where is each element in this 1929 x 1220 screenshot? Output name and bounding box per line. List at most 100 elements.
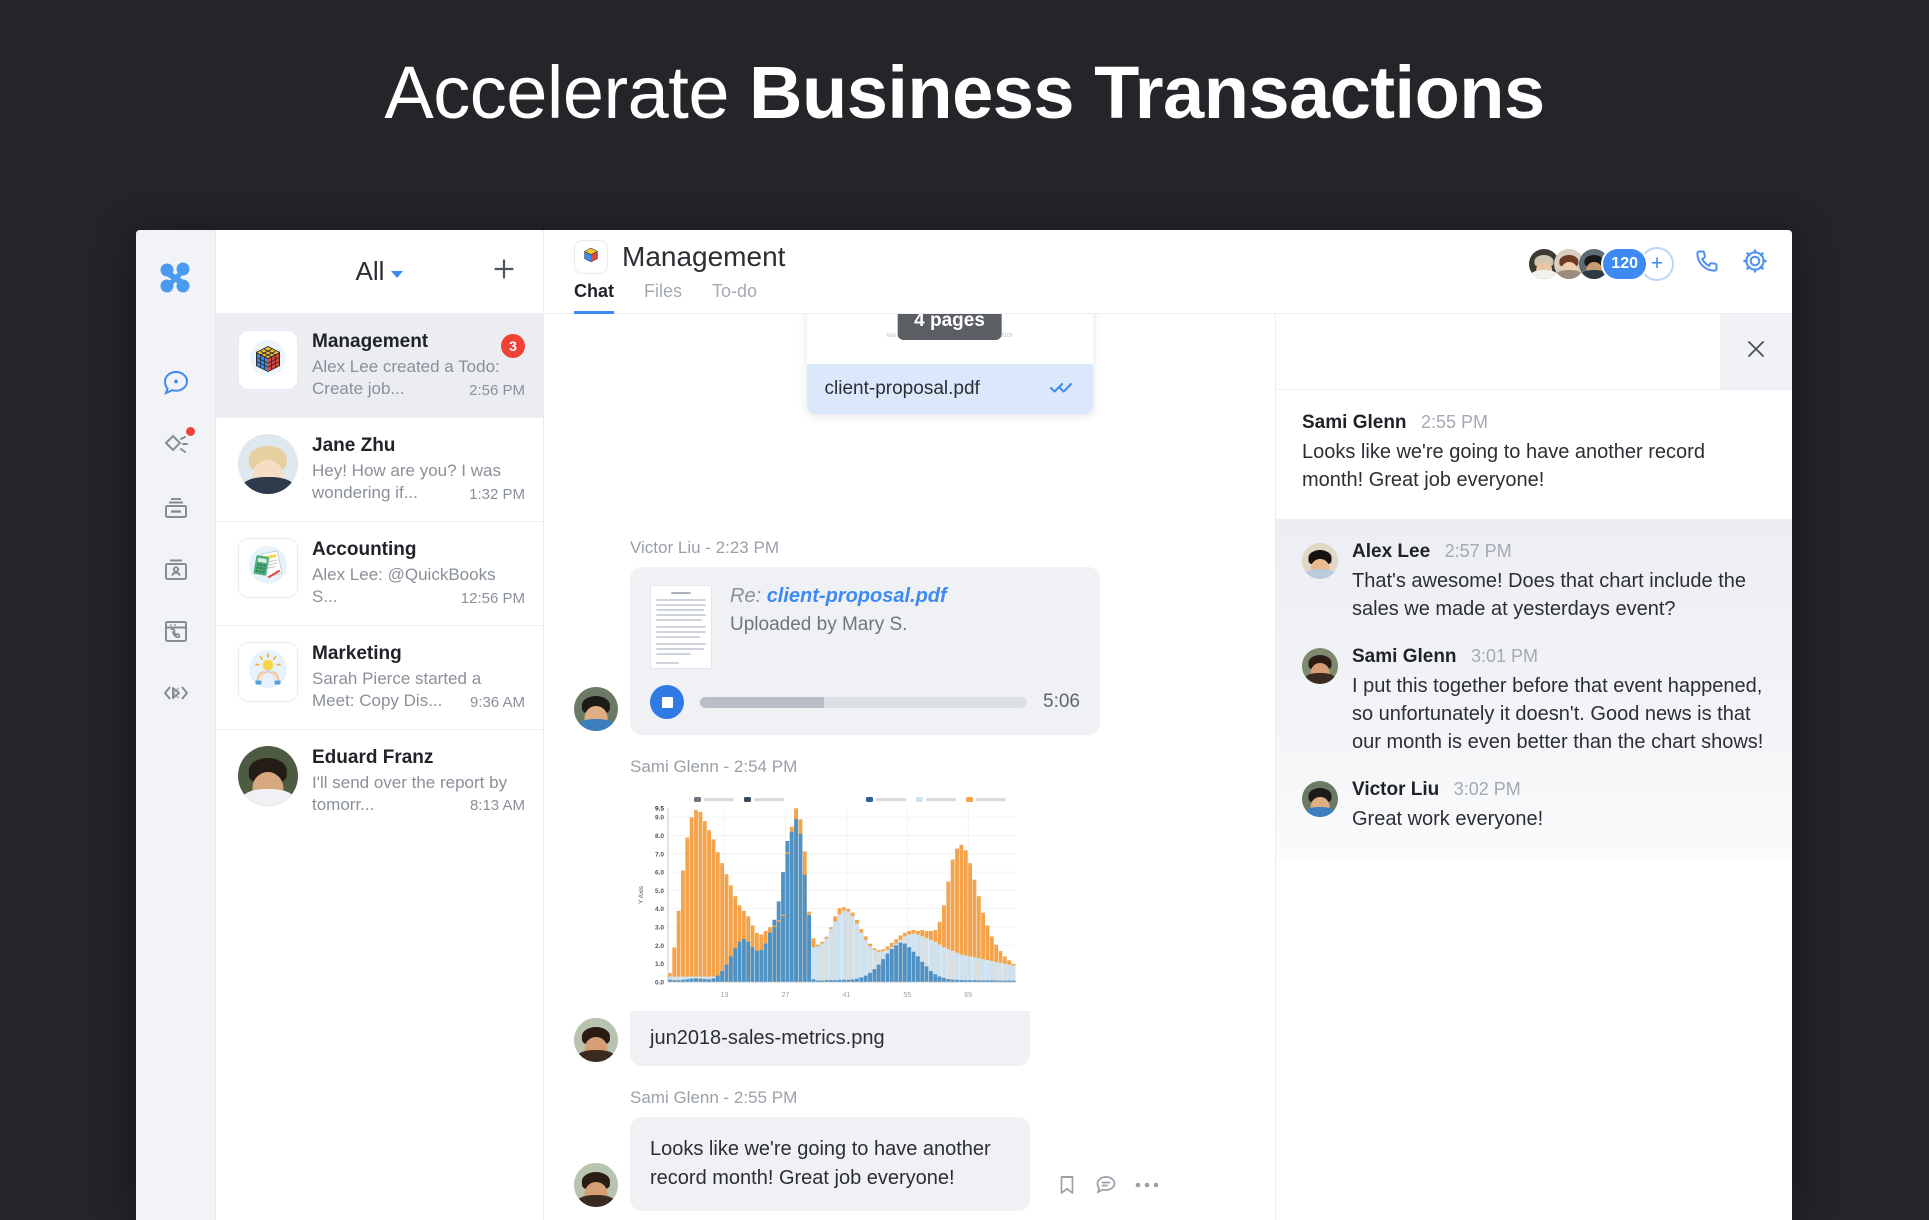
list-item-time: 2:56 PM (469, 381, 525, 399)
tab-files[interactable]: Files (644, 281, 682, 314)
svg-text:4.0: 4.0 (655, 906, 664, 913)
list-item-time: 8:13 AM (469, 797, 525, 815)
status-badge: 3 (501, 334, 525, 358)
photo-sami-glenn (1302, 647, 1338, 684)
hero-banner: Accelerate Business Transactions (0, 0, 1929, 130)
avatar (238, 537, 298, 598)
thread-time: 2:55 PM (1420, 412, 1489, 432)
rubiks-cube-icon (248, 338, 288, 383)
sidebar-item-chat[interactable] (153, 360, 199, 406)
thread-messages: Sami Glenn 2:55 PM Looks like we're goin… (1276, 390, 1792, 862)
sidebar-item-integrations[interactable] (153, 670, 199, 716)
tab-todo[interactable]: To-do (712, 281, 757, 314)
sidebar-item-meetings[interactable] (153, 608, 199, 654)
file-link[interactable]: Re: client-proposal.pdf (730, 585, 947, 608)
list-item[interactable]: Accounting Alex Lee: @QuickBooks S... 12… (216, 520, 543, 625)
avatar (238, 433, 298, 494)
chat-bubble-icon (161, 368, 191, 398)
svg-text:41: 41 (842, 992, 850, 999)
code-link-icon (161, 678, 191, 708)
calculator-invoice-icon (247, 544, 289, 591)
tab-chat[interactable]: Chat (574, 281, 614, 314)
unread-dot (185, 427, 195, 436)
message-row: 13 27 41 55 69 0.0 1.0 2.0 3.0 4.0 5.0 6.0 7.0 8.0 9.0… (574, 786, 1245, 1066)
call-button[interactable] (1692, 246, 1722, 281)
svg-text:6.0: 6.0 (655, 870, 664, 877)
sidebar-item-broadcast[interactable] (153, 422, 199, 468)
outgoing-file-message[interactable]: Mail to: Main Suite 7 P.O. Box 046211 Bo… (806, 314, 1093, 414)
stop-icon (661, 696, 673, 708)
phone-icon (1692, 246, 1722, 281)
plus-icon (491, 256, 517, 287)
thread-text: Great work everyone! (1352, 807, 1544, 830)
conversation-filter-dropdown[interactable]: All (356, 256, 404, 287)
list-item-title: Accounting (312, 538, 417, 560)
text-message-bubble[interactable]: Looks like we're going to have another r… (630, 1117, 1030, 1211)
conversation-list: All Management Alex Lee created a Todo: … (216, 230, 544, 1220)
member-facepile[interactable]: 120 + (1527, 246, 1674, 281)
list-item-title: Jane Zhu (312, 434, 396, 456)
main-body: Mail to: Main Suite 7 P.O. Box 046211 Bo… (544, 313, 1792, 1220)
page-title: Accelerate Business Transactions (0, 56, 1929, 130)
thread-header (1276, 314, 1792, 390)
svg-text:13: 13 (721, 992, 729, 999)
svg-text:2.0: 2.0 (655, 943, 664, 950)
calendar-call-icon (161, 616, 191, 646)
room-title: Management (622, 241, 786, 272)
thread-text: I put this together before that event ha… (1352, 674, 1764, 754)
main-panel: Management Chat Files To-do 120 + Mail 0… (544, 230, 1792, 1220)
svg-text:5.0: 5.0 (655, 888, 664, 895)
bookmark-icon[interactable] (1056, 1174, 1078, 1196)
app-rail (136, 230, 216, 1220)
list-item[interactable]: Management Alex Lee created a Todo: Crea… (216, 313, 543, 417)
sidebar-item-contacts[interactable] (153, 546, 199, 592)
thread-replies: Alex Lee 2:57 PM That's awesome! Does th… (1276, 518, 1792, 862)
app-logo[interactable] (154, 256, 198, 300)
file-message-bubble[interactable]: Re: client-proposal.pdf Uploaded by Mary… (630, 567, 1100, 735)
audio-progress-track[interactable] (700, 696, 1028, 708)
close-thread-button[interactable] (1720, 314, 1792, 389)
list-item-time: 12:56 PM (460, 589, 525, 607)
app-window: All Management Alex Lee created a Todo: … (136, 230, 1792, 1220)
list-item[interactable]: Jane Zhu Hey! How are you? I was wonderi… (216, 416, 543, 521)
new-conversation-button[interactable] (487, 255, 521, 289)
image-message-bubble[interactable]: 13 27 41 55 69 0.0 1.0 2.0 3.0 4.0 5.0 6.0 7.0 8.0 9.0… (630, 786, 1030, 1066)
more-icon[interactable] (1134, 1181, 1160, 1189)
thread-time: 3:02 PM (1453, 778, 1521, 799)
photo-sami-glenn (574, 1018, 618, 1062)
thread-text: That's awesome! Does that chart include … (1352, 569, 1747, 621)
conversation-filter-label: All (355, 256, 385, 286)
pdf-preview: Mail to: Main Suite 7 P.O. Box 046211 Bo… (806, 314, 1093, 364)
stop-button[interactable] (650, 685, 684, 719)
chart-image[interactable]: 13 27 41 55 69 0.0 1.0 2.0 3.0 4.0 5.0 6.0 7.0 8.0 9.0… (630, 786, 1030, 1011)
close-icon (1745, 336, 1767, 367)
svg-text:1.0: 1.0 (655, 961, 664, 968)
contact-card-icon (161, 554, 191, 584)
list-item[interactable]: Marketing Sarah Pierce started a Meet: C… (216, 624, 543, 729)
thread-author: Alex Lee (1352, 540, 1431, 562)
message-row: Re: client-proposal.pdf Uploaded by Mary… (574, 567, 1245, 735)
reply-icon[interactable] (1094, 1173, 1118, 1197)
thread-time: 3:01 PM (1470, 645, 1539, 666)
megaphone-icon (161, 430, 191, 460)
image-file-name: jun2018-sales-metrics.png (650, 1027, 885, 1049)
audio-player[interactable]: 5:06 (650, 685, 1080, 719)
photo-alex-lee (1302, 542, 1338, 579)
settings-button[interactable] (1740, 246, 1770, 281)
list-item-title: Marketing (312, 642, 402, 664)
file-uploader: Uploaded by Mary S. (730, 614, 908, 635)
message-meta: Sami Glenn - 2:55 PM (630, 1088, 798, 1107)
list-item[interactable]: Eduard Franz I'll send over the report b… (216, 728, 543, 833)
header-actions: 120 + (1527, 246, 1770, 281)
svg-text:55: 55 (903, 992, 911, 999)
gear-icon (1740, 246, 1770, 281)
photo-jane-zhu (238, 433, 298, 494)
svg-text:3.0: 3.0 (655, 925, 664, 932)
headline-bold: Business Transactions (749, 51, 1545, 134)
read-receipt-icon (1049, 379, 1075, 399)
thread-author: Victor Liu (1352, 778, 1440, 800)
svg-text:9.0: 9.0 (655, 815, 664, 822)
thread-message-root: Sami Glenn 2:55 PM Looks like we're goin… (1302, 412, 1766, 519)
sidebar-item-inbox[interactable] (153, 484, 199, 530)
svg-text:0.0: 0.0 (655, 980, 664, 987)
